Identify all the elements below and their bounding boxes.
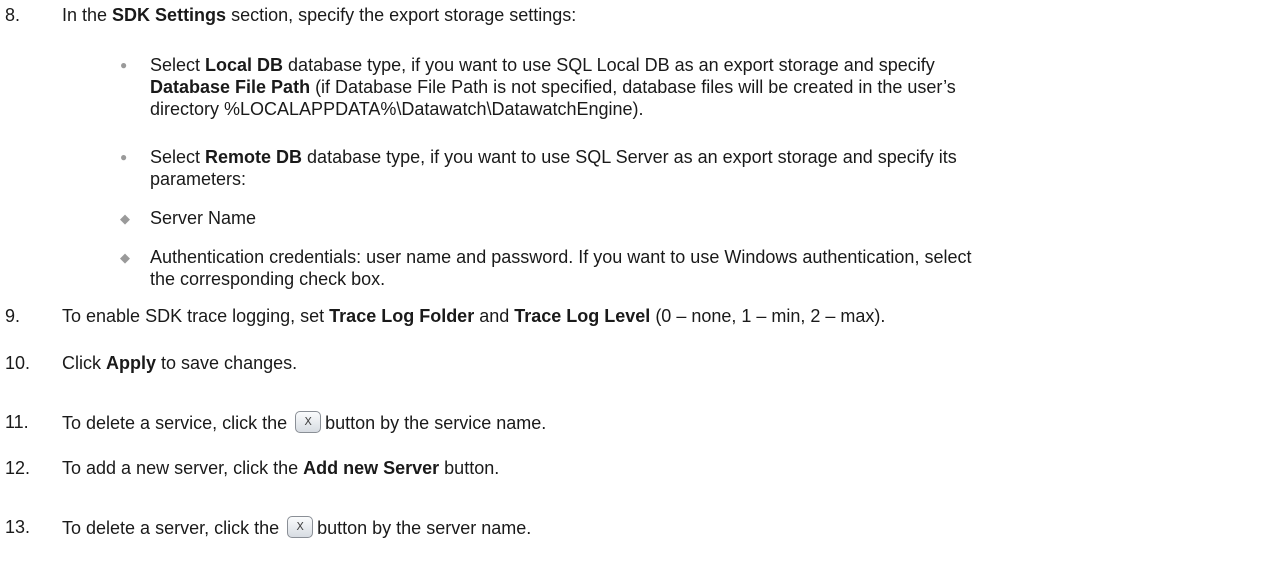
bullet-icon: ● xyxy=(120,150,128,164)
text-run: To delete a service, click the xyxy=(62,413,293,433)
step-text: To add a new server, click the Add new S… xyxy=(62,457,499,479)
text-run: Click xyxy=(62,353,106,373)
text-run: and xyxy=(474,306,515,326)
bold-run: Add new Server xyxy=(303,458,440,478)
bullet-remote-db: ● Select Remote DB database type, if you… xyxy=(120,146,1240,190)
text-run: To enable SDK trace logging, set xyxy=(62,306,330,326)
step-text: In the SDK Settings section, specify the… xyxy=(62,4,576,26)
text-run: to save changes. xyxy=(156,353,298,373)
text-run: (if Database File Path is not specified,… xyxy=(310,77,956,97)
bullet-line: parameters: xyxy=(150,169,247,189)
text-run: Select xyxy=(150,55,206,75)
delete-server-button[interactable]: X xyxy=(287,516,314,538)
step-text: To enable SDK trace logging, set Trace L… xyxy=(62,305,885,327)
bold-run: Trace Log Folder xyxy=(329,306,475,326)
diamond-item-auth: ◆ Authentication credentials: user name … xyxy=(120,246,1240,290)
bold-run: Trace Log Level xyxy=(514,306,651,326)
step-text: Click Apply to save changes. xyxy=(62,352,297,374)
text-run: section, specify the export storage sett… xyxy=(226,5,577,25)
bullet-local-db: ● Select Local DB database type, if you … xyxy=(120,54,1240,120)
text-run: database type, if you want to use SQL Lo… xyxy=(283,55,935,75)
diamond-bullet-icon: ◆ xyxy=(120,250,130,265)
diamond-item-server-name: ◆ Server Name xyxy=(120,207,1240,229)
step-number: 12. xyxy=(5,458,31,478)
step-number: 11. xyxy=(5,412,29,432)
bullet-line: the corresponding check box. xyxy=(150,269,386,289)
bold-run: Local DB xyxy=(205,55,284,75)
bullet-icon: ● xyxy=(120,58,128,72)
step-number: 8. xyxy=(5,5,21,25)
step-number: 10. xyxy=(5,353,31,373)
bold-run: SDK Settings xyxy=(112,5,227,25)
bullet-line: Select Local DB database type, if you wa… xyxy=(150,54,1240,76)
bullet-line: Select Remote DB database type, if you w… xyxy=(150,146,1240,168)
step-number: 13. xyxy=(5,517,31,537)
bullet-line: directory %LOCALAPPDATA%\Datawatch\Dataw… xyxy=(150,99,644,119)
bold-run: Apply xyxy=(106,353,157,373)
close-icon: X xyxy=(296,520,304,533)
text-run: In the xyxy=(62,5,113,25)
bold-run: Database File Path xyxy=(150,77,311,97)
step-text: To delete a server, click the Xbutton by… xyxy=(62,516,531,539)
text-run: button by the service name. xyxy=(325,413,547,433)
text-run: button by the server name. xyxy=(317,518,532,538)
step-number: 9. xyxy=(5,306,21,326)
step-text: To delete a service, click the Xbutton b… xyxy=(62,411,546,434)
text-run: (0 – none, 1 – min, 2 – max). xyxy=(650,306,886,326)
text-run: button. xyxy=(439,458,500,478)
bullet-line: Server Name xyxy=(150,208,257,228)
text-run: database type, if you want to use SQL Se… xyxy=(302,147,957,167)
text-run: To add a new server, click the xyxy=(62,458,304,478)
diamond-bullet-icon: ◆ xyxy=(120,211,130,226)
text-run: Select xyxy=(150,147,206,167)
bullet-line: Database File Path (if Database File Pat… xyxy=(150,76,1240,98)
close-icon: X xyxy=(304,415,312,428)
bold-run: Remote DB xyxy=(205,147,303,167)
bullet-line: Authentication credentials: user name an… xyxy=(150,247,972,267)
text-run: To delete a server, click the xyxy=(62,518,285,538)
delete-service-button[interactable]: X xyxy=(295,411,322,433)
